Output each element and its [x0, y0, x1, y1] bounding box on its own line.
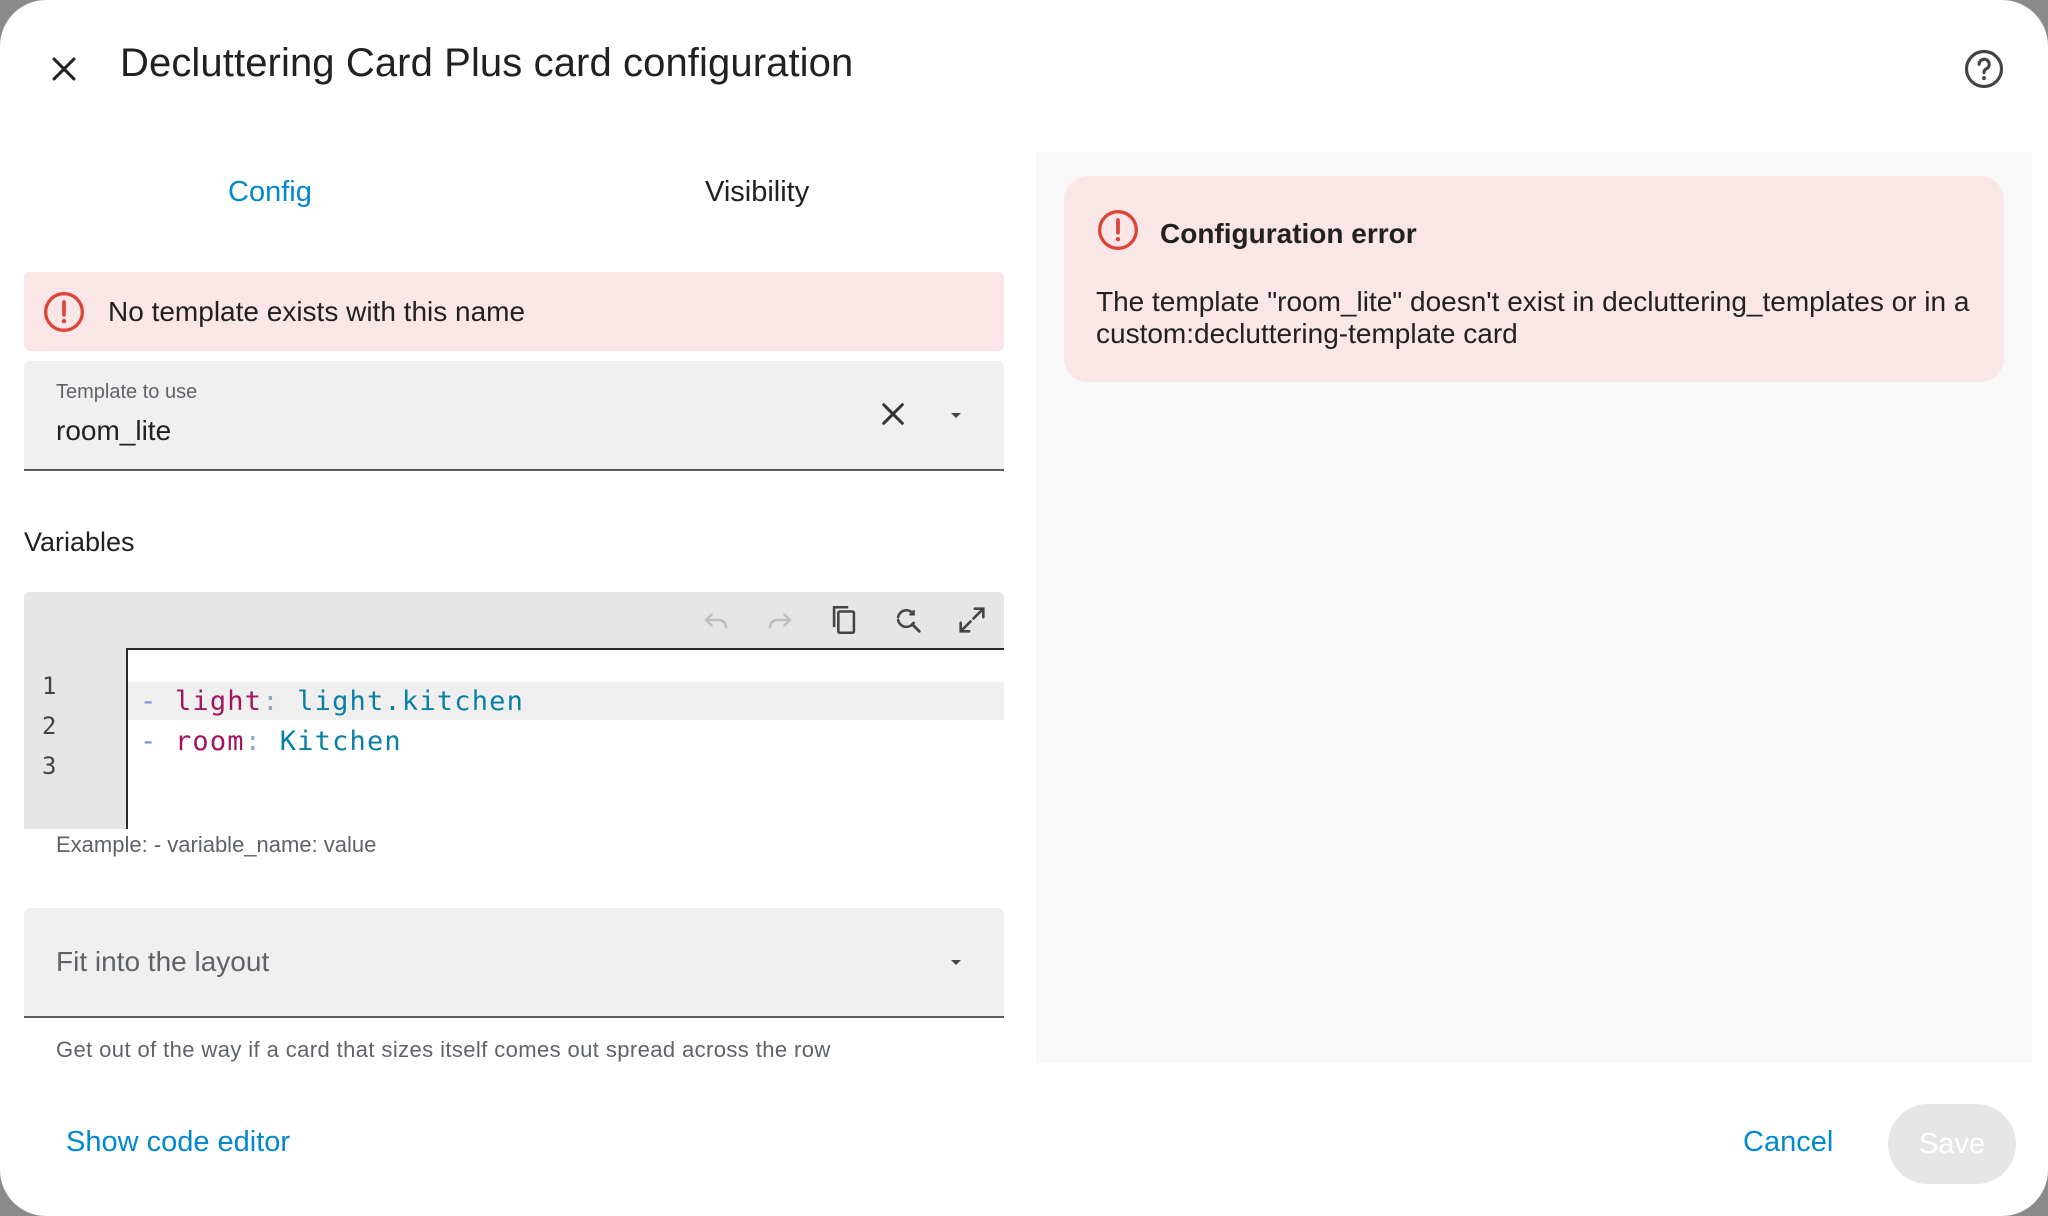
- variables-helper-text: Example: - variable_name: value: [56, 832, 377, 857]
- fullscreen-button[interactable]: [952, 600, 992, 640]
- code-line[interactable]: [128, 762, 1004, 800]
- layout-dropdown-button[interactable]: [938, 944, 974, 980]
- layout-select[interactable]: Fit into the layout: [24, 908, 1004, 1018]
- clear-template-button[interactable]: [870, 391, 916, 437]
- tab-config[interactable]: Config: [228, 176, 312, 209]
- search-replace-button[interactable]: [888, 600, 928, 640]
- template-dropdown-button[interactable]: [938, 397, 974, 433]
- code-line[interactable]: - room: Kitchen: [128, 722, 1004, 760]
- alert-circle-icon: [1096, 208, 1140, 252]
- error-title: Configuration error: [1160, 218, 1417, 249]
- close-icon: [47, 52, 81, 86]
- variables-heading: Variables: [24, 527, 135, 557]
- help-button[interactable]: [1958, 43, 2010, 95]
- code-editor-toolbar: [24, 592, 1004, 648]
- line-number: 3: [42, 752, 57, 780]
- template-select-value: room_lite: [56, 415, 172, 446]
- cancel-button[interactable]: Cancel: [1743, 1126, 1833, 1159]
- copy-button[interactable]: [824, 600, 864, 640]
- tab-visibility[interactable]: Visibility: [705, 176, 809, 209]
- close-button[interactable]: [38, 43, 90, 95]
- variables-code-editor[interactable]: 1 2 3 - light: light.kitchen - room: Kit…: [24, 592, 1004, 829]
- arrow-drop-down-icon: [944, 403, 968, 427]
- template-select-label: Template to use: [56, 381, 198, 403]
- show-code-editor-button[interactable]: Show code editor: [66, 1126, 290, 1159]
- alert-text: No template exists with this name: [108, 295, 526, 327]
- template-error-alert: No template exists with this name: [24, 272, 1004, 351]
- undo-button[interactable]: [696, 600, 736, 640]
- close-icon: [877, 398, 909, 430]
- dialog-title: Decluttering Card Plus card configuratio…: [120, 41, 854, 85]
- configuration-error-card: Configuration error The template "room_l…: [1064, 176, 2004, 382]
- card-preview: Configuration error The template "room_l…: [1036, 152, 2032, 1063]
- search-replace-icon: [891, 603, 925, 637]
- template-select[interactable]: Template to use room_lite: [24, 361, 1004, 471]
- code-line[interactable]: - light: light.kitchen: [128, 682, 1004, 720]
- redo-icon: [763, 603, 797, 637]
- alert-circle-icon: [42, 290, 86, 334]
- copy-icon: [827, 603, 861, 637]
- line-number: 1: [42, 672, 57, 700]
- help-circle-icon: [1963, 48, 2005, 90]
- save-button[interactable]: Save: [1888, 1104, 2016, 1184]
- error-message: The template "room_lite" doesn't exist i…: [1096, 286, 1970, 349]
- line-number: 2: [42, 712, 57, 740]
- arrow-drop-down-icon: [944, 950, 968, 974]
- undo-icon: [699, 603, 733, 637]
- redo-button[interactable]: [760, 600, 800, 640]
- fullscreen-icon: [955, 603, 989, 637]
- line-number-gutter: 1 2 3: [24, 648, 128, 829]
- layout-helper-text: Get out of the way if a card that sizes …: [56, 1037, 831, 1062]
- card-config-dialog: Decluttering Card Plus card configuratio…: [0, 0, 2048, 1216]
- layout-select-value: Fit into the layout: [56, 946, 270, 977]
